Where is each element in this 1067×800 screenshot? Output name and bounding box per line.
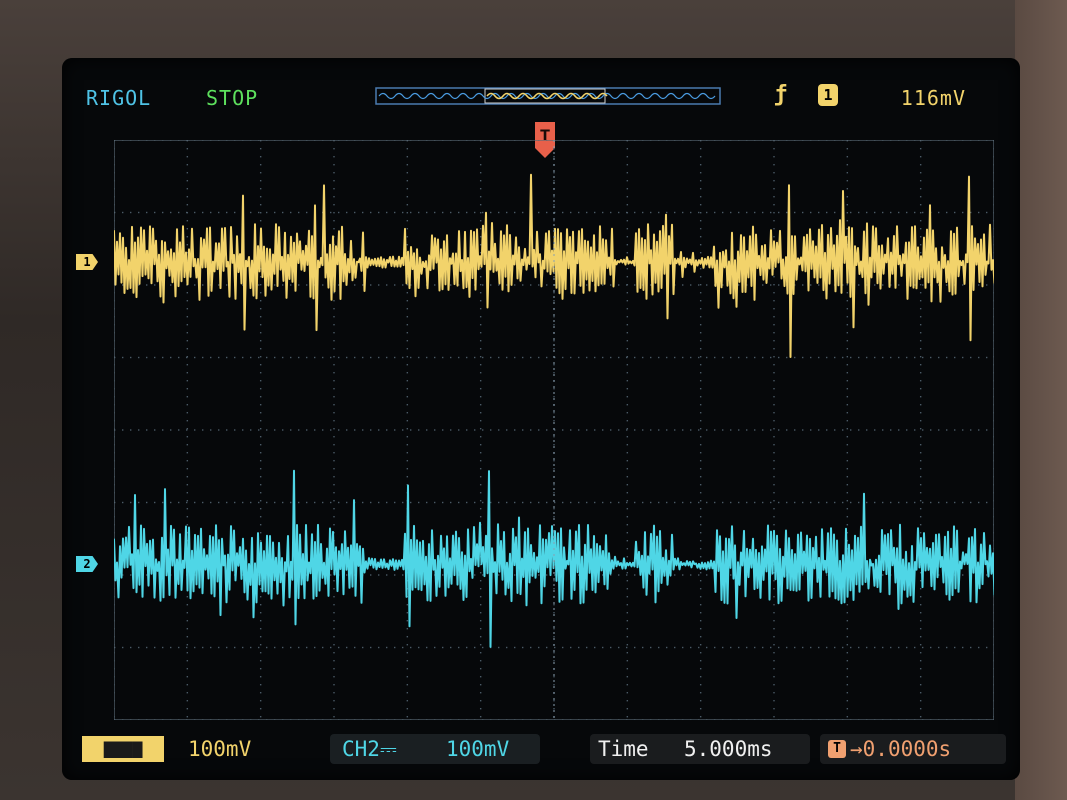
- run-state-indicator[interactable]: STOP: [206, 86, 258, 110]
- ch2-label: CH2⎓: [342, 737, 397, 761]
- ch1-offset-marker[interactable]: 1: [76, 254, 98, 270]
- ch2-offset-marker[interactable]: 2: [76, 556, 98, 572]
- scope-screen: RIGOL STOP ƒ 1 116mV T 1 2 ▇▇▇▇ 100mV CH…: [62, 58, 1020, 780]
- timebase-label: Time: [598, 737, 649, 761]
- dc-coupling-icon: ⎓: [379, 737, 397, 761]
- trigger-offset-value: →0.0000s: [850, 737, 952, 761]
- trigger-source-badge: 1: [818, 84, 838, 106]
- timebase-box[interactable]: Time 5.000ms: [590, 734, 810, 764]
- ch1-waveform: [114, 173, 994, 358]
- ch2-scale-value: 100mV: [446, 737, 510, 761]
- trigger-level-readout: 116mV: [900, 86, 966, 110]
- memory-depth-bar: [375, 87, 721, 105]
- bezel-buttons-edge: [1015, 0, 1067, 800]
- waveform-grid: [114, 140, 994, 720]
- ch2-scale-box[interactable]: CH2⎓ 100mV: [330, 734, 540, 764]
- trigger-offset-icon: T: [828, 740, 846, 758]
- ch1-badge: ▇▇▇▇: [82, 736, 164, 762]
- trigger-offset-box[interactable]: T →0.0000s: [820, 734, 1006, 764]
- ch1-scale-value: 100mV: [188, 737, 252, 761]
- trigger-edge-icon: ƒ: [774, 82, 788, 107]
- ch1-scale-box[interactable]: ▇▇▇▇ 100mV: [82, 734, 282, 764]
- timebase-value: 5.000ms: [684, 737, 773, 761]
- brand-label: RIGOL: [86, 86, 152, 110]
